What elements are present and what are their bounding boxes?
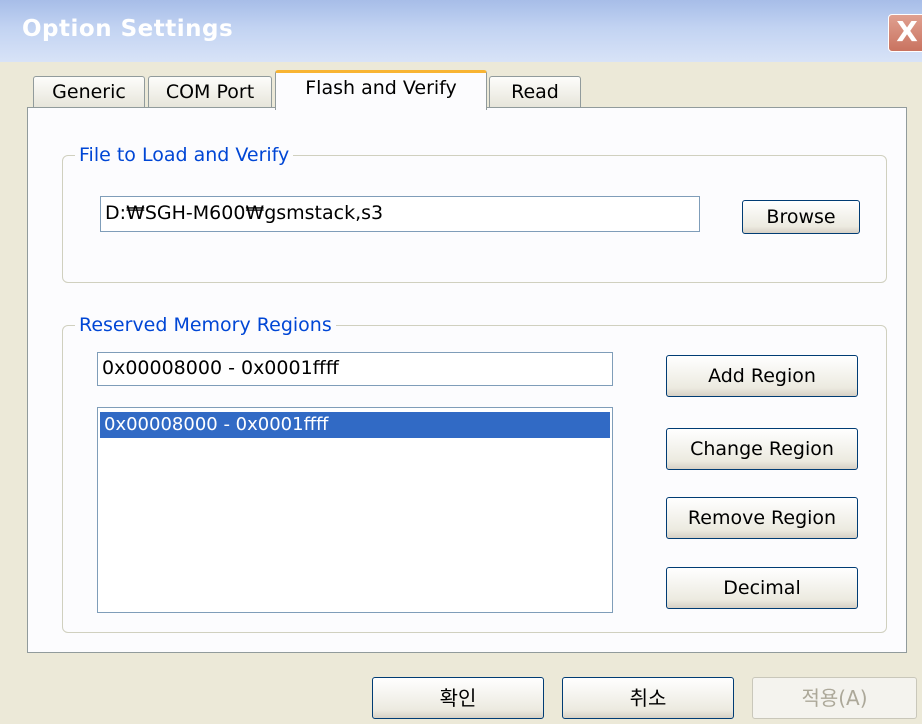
tab-com-port-label: COM Port bbox=[165, 81, 255, 103]
ok-button[interactable]: 확인 bbox=[372, 677, 544, 719]
window-title: Option Settings bbox=[22, 16, 234, 42]
remove-region-button[interactable]: Remove Region bbox=[666, 497, 858, 539]
reserved-memory-group: Reserved Memory Regions 0x00008000 - 0x0… bbox=[62, 312, 887, 633]
apply-button: 적용(A) bbox=[752, 677, 917, 719]
memory-group-title: Reserved Memory Regions bbox=[75, 312, 336, 338]
region-list[interactable]: 0x00008000 - 0x0001ffff bbox=[97, 407, 613, 613]
tab-read[interactable]: Read bbox=[489, 76, 581, 108]
tab-panel: File to Load and Verify D:₩SGH-M600₩gsms… bbox=[27, 107, 907, 653]
file-group-title: File to Load and Verify bbox=[75, 142, 294, 168]
tab-flash-and-verify-label: Flash and Verify bbox=[305, 77, 457, 99]
region-list-item[interactable]: 0x00008000 - 0x0001ffff bbox=[100, 412, 610, 438]
close-button[interactable]: X bbox=[888, 14, 922, 52]
tab-flash-and-verify[interactable]: Flash and Verify bbox=[275, 70, 487, 110]
close-icon: X bbox=[896, 15, 918, 48]
tab-generic[interactable]: Generic bbox=[33, 76, 145, 108]
region-input[interactable]: 0x00008000 - 0x0001ffff bbox=[97, 352, 613, 386]
file-to-load-group: File to Load and Verify D:₩SGH-M600₩gsms… bbox=[62, 142, 887, 283]
tab-com-port[interactable]: COM Port bbox=[148, 76, 272, 108]
add-region-button[interactable]: Add Region bbox=[666, 355, 858, 397]
title-bar[interactable]: Option Settings bbox=[0, 0, 922, 62]
file-path-input[interactable]: D:₩SGH-M600₩gsmstack,s3 bbox=[100, 196, 700, 232]
cancel-button[interactable]: 취소 bbox=[562, 677, 734, 719]
tab-generic-label: Generic bbox=[52, 81, 126, 103]
browse-button[interactable]: Browse bbox=[742, 200, 860, 234]
decimal-button[interactable]: Decimal bbox=[666, 567, 858, 609]
tab-read-label: Read bbox=[511, 81, 559, 103]
change-region-button[interactable]: Change Region bbox=[666, 428, 858, 470]
